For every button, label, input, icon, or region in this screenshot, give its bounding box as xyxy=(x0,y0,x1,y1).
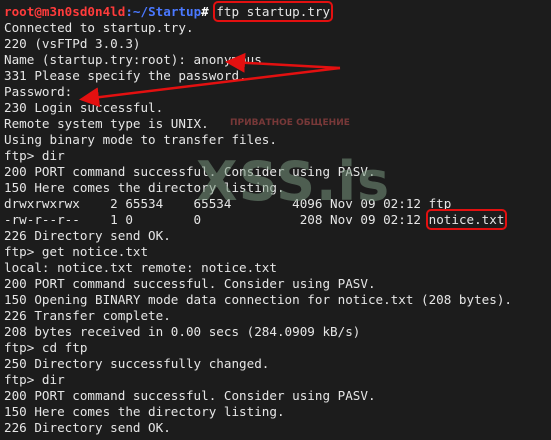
arrow-to-password xyxy=(79,66,341,108)
terminal-window[interactable]: root@m3n0sd0n4ld:~/Startup# ftp startup.… xyxy=(0,0,551,440)
annotation-arrows xyxy=(79,52,341,108)
arrow-to-username xyxy=(225,52,341,73)
